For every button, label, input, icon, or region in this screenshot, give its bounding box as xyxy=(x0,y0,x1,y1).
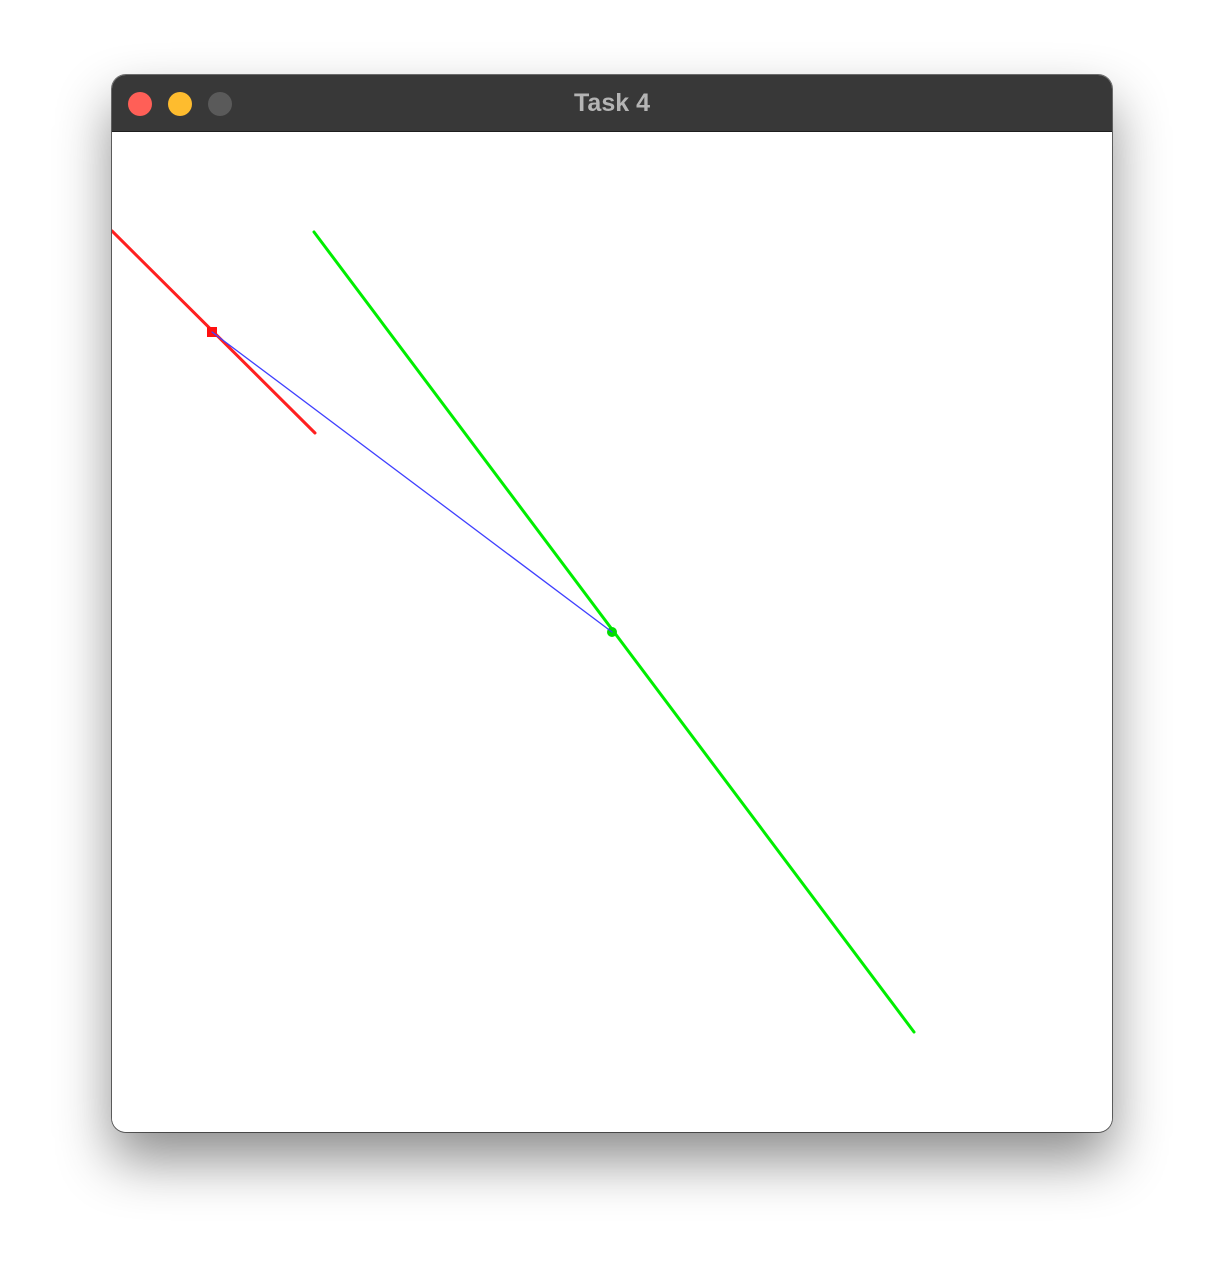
drawing-canvas[interactable] xyxy=(112,132,1112,1132)
blue-line xyxy=(211,331,613,633)
app-window: Task 4 xyxy=(112,75,1112,1132)
window-title: Task 4 xyxy=(574,89,650,117)
drawing-surface xyxy=(112,229,916,1034)
title-bar[interactable]: Task 4 xyxy=(112,75,1112,132)
